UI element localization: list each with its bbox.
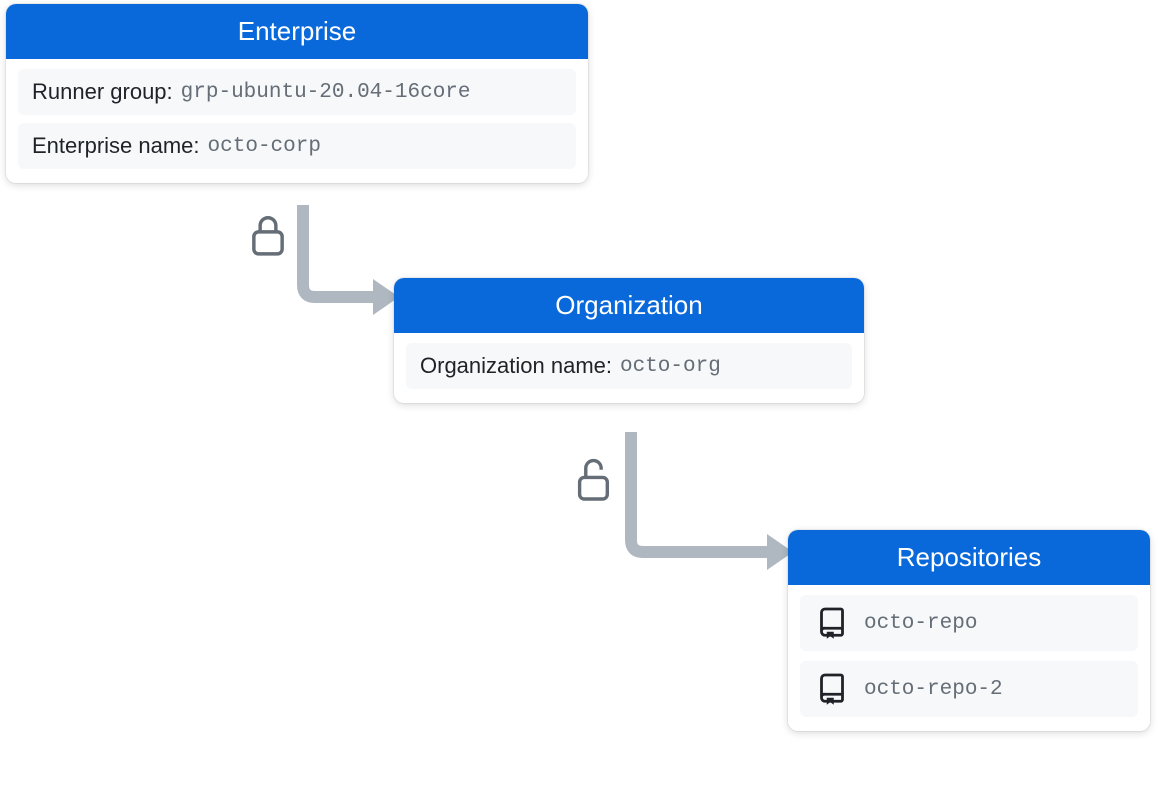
runner-group-label: Runner group: [32, 79, 173, 105]
repositories-body: octo-repo octo-repo-2 [788, 585, 1150, 731]
enterprise-card: Enterprise Runner group: grp-ubuntu-20.0… [6, 4, 588, 183]
enterprise-name-row: Enterprise name: octo-corp [18, 123, 576, 169]
repo-name: octo-repo [864, 612, 977, 635]
repo-icon [818, 673, 846, 705]
organization-card: Organization Organization name: octo-org [394, 278, 864, 403]
runner-group-value: grp-ubuntu-20.04-16core [181, 81, 471, 104]
enterprise-title: Enterprise [6, 4, 588, 59]
enterprise-body: Runner group: grp-ubuntu-20.04-16core En… [6, 59, 588, 183]
lock-closed-icon [249, 213, 287, 262]
repo-name: octo-repo-2 [864, 678, 1003, 701]
arrow-org-to-repos-icon [623, 432, 803, 577]
organization-name-row: Organization name: octo-org [406, 343, 852, 389]
runner-group-row: Runner group: grp-ubuntu-20.04-16core [18, 69, 576, 115]
organization-body: Organization name: octo-org [394, 333, 864, 403]
enterprise-name-label: Enterprise name: [32, 133, 200, 159]
repo-row: octo-repo-2 [800, 661, 1138, 717]
repositories-card: Repositories octo-repo octo-repo-2 [788, 530, 1150, 731]
enterprise-name-value: octo-corp [208, 135, 321, 158]
organization-name-value: octo-org [620, 355, 721, 378]
repo-icon [818, 607, 846, 639]
repo-row: octo-repo [800, 595, 1138, 651]
arrow-enterprise-to-org-icon [295, 205, 405, 320]
repositories-title: Repositories [788, 530, 1150, 585]
organization-title: Organization [394, 278, 864, 333]
organization-name-label: Organization name: [420, 353, 612, 379]
lock-open-icon [575, 455, 615, 508]
